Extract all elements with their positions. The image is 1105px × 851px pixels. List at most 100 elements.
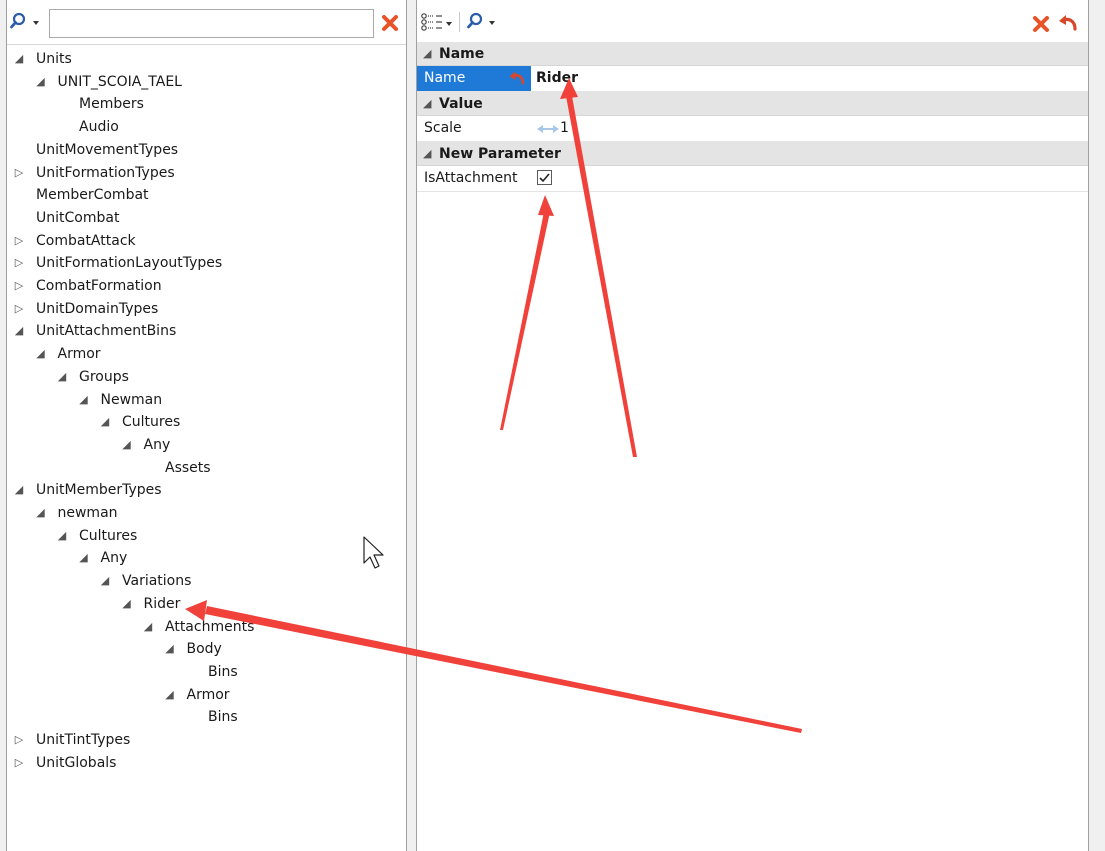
tree-node[interactable]: ◢ Attachments [7,616,402,638]
name-value[interactable]: Rider [536,66,578,91]
tree-node[interactable]: ▷ UnitFormationTypes [7,162,402,184]
tree-search-dropdown-button[interactable] [10,12,48,32]
tree-expanded-icon[interactable]: ◢ [98,570,112,592]
tree-expanded-icon[interactable]: ◢ [120,434,134,456]
tree-node-label: Armor [186,686,230,703]
tree-node-label: UnitGlobals [36,754,117,771]
tree-expanded-icon[interactable]: ◢ [120,593,134,615]
tree-node[interactable]: ◢ Rider [7,593,402,615]
tree-node[interactable]: ◢ Variations [7,570,402,592]
tree-node-label: CombatAttack [36,232,136,249]
tree-node[interactable]: ◢ Armor [7,343,402,365]
tree-expanded-icon[interactable]: ◢ [34,502,48,524]
tree-node[interactable]: Bins [7,706,402,728]
tree-node[interactable]: ◢ Cultures [7,525,402,547]
tree-node[interactable]: ◢ Any [7,434,402,456]
tree-node[interactable]: ◢ Armor [7,684,402,706]
property-row[interactable]: Name Rider [417,66,1088,92]
chevron-down-icon [33,21,39,25]
tree-node-label: Assets [165,459,211,476]
tree-node[interactable]: UnitCombat [7,207,402,229]
scale-value[interactable]: 1 [560,116,569,141]
tree-expanded-icon[interactable]: ◢ [34,71,48,93]
tree-node[interactable]: MemberCombat [7,184,402,206]
tree-node[interactable]: ◢ Groups [7,366,402,388]
tree-node[interactable]: Audio [7,116,402,138]
category-label: Value [439,96,483,112]
tree-node-label: Newman [100,391,163,408]
drag-adjust-icon[interactable] [536,123,560,135]
tree-expanded-icon[interactable]: ◢ [55,525,69,547]
tree-collapsed-icon[interactable]: ▷ [12,298,26,320]
tree-expanded-icon[interactable]: ◢ [163,638,177,660]
property-clear-button[interactable] [1030,13,1052,35]
tree-expanded-icon[interactable]: ◢ [163,684,177,706]
tree-node[interactable]: ▷ CombatAttack [7,230,402,252]
tree-expanded-icon[interactable]: ◢ [77,547,91,569]
tree-node[interactable]: Members [7,93,402,115]
tree-node-label: Any [143,436,171,453]
view-mode-dropdown-button[interactable] [420,12,454,34]
panel-splitter[interactable] [407,0,416,851]
category-header[interactable]: ◢ Value [417,92,1088,116]
tree-node-label: Bins [208,663,238,680]
tree-node[interactable]: ▷ UnitTintTypes [7,729,402,751]
tree-expanded-icon[interactable]: ◢ [34,343,48,365]
tree-node[interactable]: ◢ UnitAttachmentBins [7,320,402,342]
tree-expanded-icon[interactable]: ◢ [55,366,69,388]
category-header[interactable]: ◢ New Parameter [417,142,1088,166]
tree-collapsed-icon[interactable]: ▷ [12,752,26,774]
tree-expanded-icon[interactable]: ◢ [12,48,26,70]
tree-expanded-icon[interactable]: ◢ [98,411,112,433]
tree-toolbar [7,0,406,45]
tree-node[interactable]: Bins [7,661,402,683]
tree-node-label: UnitMemberTypes [36,482,162,499]
tree-node[interactable]: ◢ Any [7,547,402,569]
category-expanded-icon[interactable]: ◢ [423,142,431,166]
tree-expanded-icon[interactable]: ◢ [12,479,26,501]
magnifier-icon [10,12,26,29]
tree-search-input[interactable] [49,9,374,38]
undo-arrow-icon[interactable] [507,69,527,89]
property-row[interactable]: IsAttachment [417,166,1088,192]
tree-node-label: Members [79,96,144,113]
tree-node[interactable]: ▷ UnitFormationLayoutTypes [7,252,402,274]
tree-expanded-icon[interactable]: ◢ [12,320,26,342]
tree-node[interactable]: ◢ Cultures [7,411,402,433]
tree-node-label: Cultures [122,414,181,431]
tree-node-label: Body [186,641,222,658]
tree-node[interactable]: ◢ UNIT_SCOIA_TAEL [7,71,402,93]
property-revert-button[interactable] [1056,12,1080,36]
category-expanded-icon[interactable]: ◢ [423,92,431,116]
tree-node[interactable]: ▷ CombatFormation [7,275,402,297]
tree-expanded-icon[interactable]: ◢ [77,389,91,411]
category-header[interactable]: ◢ Name [417,42,1088,66]
tree-collapsed-icon[interactable]: ▷ [12,230,26,252]
tree-collapsed-icon[interactable]: ▷ [12,275,26,297]
tree-node[interactable]: UnitMovementTypes [7,139,402,161]
tree-collapsed-icon[interactable]: ▷ [12,162,26,184]
category-expanded-icon[interactable]: ◢ [423,42,431,66]
tree-node[interactable]: Assets [7,457,402,479]
tree-collapsed-icon[interactable]: ▷ [12,252,26,274]
tree-node[interactable]: ▷ UnitGlobals [7,752,402,774]
tree-node[interactable]: ◢ newman [7,502,402,524]
tree-node-label: newman [57,505,118,521]
isattachment-checkbox[interactable] [537,170,552,185]
tree-node[interactable]: ◢ Body [7,638,402,660]
tree-clear-search-button[interactable] [379,12,401,34]
tree-node[interactable]: ▷ UnitDomainTypes [7,298,402,320]
property-name[interactable]: IsAttachment [417,166,531,191]
property-search-dropdown-button[interactable] [467,12,501,32]
tree-node[interactable]: ◢ UnitMemberTypes [7,479,402,501]
property-panel: ◢ Name Name Rider ◢ Value Scale 1 ◢ New Parameter… [416,0,1089,851]
property-toolbar [417,0,1088,42]
property-name[interactable]: Scale [417,116,531,141]
tree-node[interactable]: ◢ Units [7,48,402,70]
tree-node-label: Cultures [79,527,138,544]
tree-collapsed-icon[interactable]: ▷ [12,729,26,751]
property-row[interactable]: Scale 1 [417,116,1088,142]
tree-expanded-icon[interactable]: ◢ [141,616,155,638]
tree-node-label: Variations [122,573,192,590]
tree-node[interactable]: ◢ Newman [7,389,402,411]
